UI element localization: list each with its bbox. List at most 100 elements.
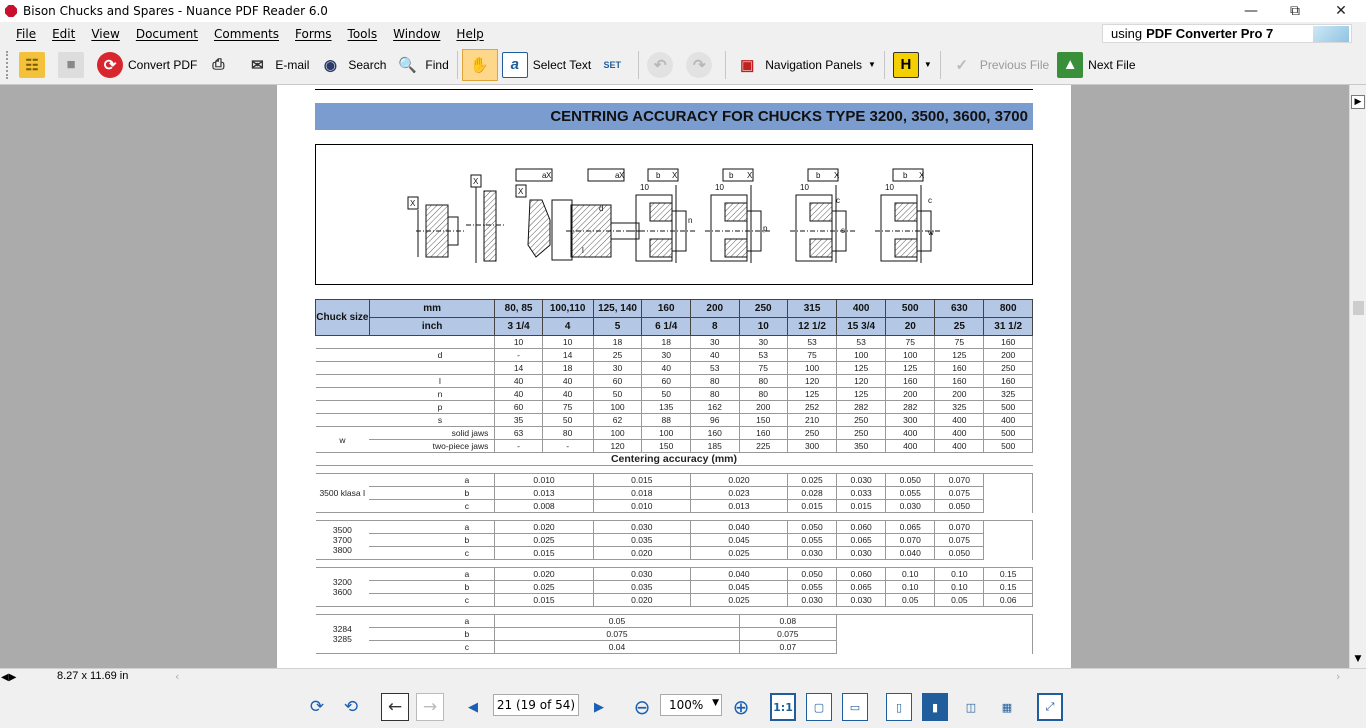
- section-heading: CENTRING ACCURACY FOR CHUCKS TYPE 3200, …: [315, 103, 1033, 130]
- scroll-thumb[interactable]: [1353, 301, 1364, 315]
- table-cell: 0.075: [934, 486, 985, 500]
- inch-size-cell: 8: [689, 317, 740, 336]
- chuck-size-header: Chuck size: [315, 299, 370, 336]
- redo-button[interactable]: ↷: [682, 49, 721, 81]
- table-cell: 96: [689, 413, 740, 427]
- print-button[interactable]: ⎙: [201, 49, 240, 81]
- inch-size-cell: 5: [592, 317, 643, 336]
- table-cell: 0.015: [787, 499, 838, 513]
- actual-size-button[interactable]: 1:1: [770, 693, 796, 721]
- table-cell: 18: [541, 361, 594, 375]
- table-cell: 0.045: [689, 580, 789, 594]
- scroll-up-button[interactable]: ▶: [1351, 95, 1365, 109]
- set-button[interactable]: SET: [595, 49, 634, 81]
- page-number-field[interactable]: 21 (19 of 54): [493, 694, 579, 716]
- save-button[interactable]: ■: [54, 49, 93, 81]
- table-cell: 0.050: [787, 520, 838, 534]
- fit-width-button[interactable]: ▭: [842, 693, 868, 721]
- drawing-label: X: [834, 171, 840, 180]
- zoom-in-button[interactable]: ⊕: [727, 693, 755, 721]
- save-icon: ■: [58, 51, 84, 78]
- chuck-section-shape: [527, 199, 551, 258]
- inch-size-cell: 31 1/2: [983, 317, 1033, 336]
- mm-size-cell: 100,110: [541, 299, 594, 318]
- menu-file[interactable]: File: [16, 27, 36, 41]
- table-cell: 160: [983, 335, 1033, 349]
- table-cell: -: [494, 439, 543, 453]
- full-screen-button[interactable]: ⤢: [1037, 693, 1063, 721]
- table-cell: 40: [494, 387, 543, 401]
- hand-tool-button[interactable]: ✋: [461, 48, 498, 81]
- next-page-button[interactable]: ▶: [585, 693, 613, 721]
- table-cell: 80: [738, 374, 789, 388]
- navigation-panels-button[interactable]: ▣ Navigation Panels ▼: [730, 49, 880, 81]
- zoom-out-button[interactable]: ⊖: [628, 693, 656, 721]
- table-cell: [983, 473, 1033, 487]
- split-handle-icon[interactable]: ◀▶: [1, 672, 16, 683]
- toolbar-separator: [638, 50, 640, 79]
- hscroll-right-icon[interactable]: ›: [1336, 670, 1340, 683]
- promo-banner[interactable]: using PDF Converter Pro 7: [1102, 24, 1352, 43]
- go-forward-button[interactable]: →: [416, 693, 444, 721]
- table-cell: 0.035: [592, 580, 691, 594]
- vertical-scrollbar[interactable]: ▶ ▼: [1349, 85, 1366, 668]
- find-button[interactable]: 🔍 Find: [390, 49, 452, 81]
- menu-forms[interactable]: Forms: [295, 27, 331, 41]
- previous-file-button[interactable]: ✓ Previous File: [945, 49, 1053, 81]
- mm-size-cell: 500: [885, 299, 936, 318]
- jaw-shape: [809, 202, 833, 222]
- table-cell: 100: [787, 361, 838, 375]
- select-text-button[interactable]: a Select Text: [498, 49, 595, 81]
- menu-help[interactable]: Help: [456, 27, 483, 41]
- facing-pages-icon: ◫: [965, 700, 977, 714]
- rotate-clockwise-button[interactable]: ⟳: [303, 693, 331, 721]
- close-button[interactable]: ✕: [1318, 0, 1364, 22]
- menu-comments[interactable]: Comments: [214, 27, 279, 41]
- undo-button[interactable]: ↶: [643, 49, 682, 81]
- menu-document[interactable]: Document: [136, 27, 198, 41]
- toolbar-separator: [725, 50, 727, 79]
- scroll-down-button[interactable]: ▼: [1351, 652, 1365, 666]
- facing-pages-button[interactable]: ◫: [958, 693, 984, 721]
- table-cell: 10: [541, 335, 594, 349]
- convert-pdf-button[interactable]: ⟳ Convert PDF: [93, 49, 201, 81]
- table-cell: 100: [836, 348, 887, 362]
- document-view[interactable]: CENTRING ACCURACY FOR CHUCKS TYPE 3200, …: [0, 85, 1349, 668]
- highlight-button[interactable]: H ▼: [889, 49, 936, 81]
- continuous-facing-button[interactable]: ▦: [994, 693, 1020, 721]
- navigation-panels-icon: ▣: [740, 56, 755, 74]
- mm-size-cell: 200: [689, 299, 740, 318]
- open-button[interactable]: ☷: [15, 49, 54, 81]
- fit-page-button[interactable]: ▢: [806, 693, 832, 721]
- chevron-down-icon[interactable]: ▼: [712, 698, 719, 708]
- menu-edit[interactable]: Edit: [52, 27, 75, 41]
- search-button[interactable]: ◉ Search: [313, 49, 390, 81]
- single-page-button[interactable]: ▯: [886, 693, 912, 721]
- table-cell: 0.06: [983, 593, 1033, 607]
- chuck-group-label: 3284 3285: [315, 614, 370, 654]
- next-file-button[interactable]: ▲ Next File: [1053, 49, 1139, 81]
- table-cell: 53: [836, 335, 887, 349]
- table-cell: 185: [689, 439, 740, 453]
- hscroll-left-icon[interactable]: ‹: [175, 670, 179, 683]
- continuous-page-button[interactable]: ▮: [922, 693, 948, 721]
- menu-tools[interactable]: Tools: [348, 27, 378, 41]
- chuck-section-shape: [483, 190, 497, 262]
- restore-button[interactable]: ⧉: [1272, 0, 1318, 22]
- menu-view[interactable]: View: [91, 27, 119, 41]
- rotate-counterclockwise-button[interactable]: ⟲: [337, 693, 365, 721]
- table-cell: 0.025: [689, 593, 789, 607]
- table-cell: 250: [787, 426, 838, 440]
- email-button[interactable]: ✉ E-mail: [240, 49, 313, 81]
- minimize-button[interactable]: —: [1228, 0, 1274, 22]
- table-cell: 0.008: [494, 499, 594, 513]
- previous-table-edge: [315, 85, 1033, 90]
- table-cell: 0.028: [787, 486, 838, 500]
- menu-window[interactable]: Window: [393, 27, 440, 41]
- previous-page-button[interactable]: ◀: [459, 693, 487, 721]
- window-title: Bison Chucks and Spares - Nuance PDF Rea…: [23, 4, 328, 18]
- zoom-level-field[interactable]: 100% ▼: [660, 694, 722, 716]
- table-cell: 80: [738, 387, 789, 401]
- go-back-button[interactable]: ←: [381, 693, 409, 721]
- toolbar-grip[interactable]: [6, 50, 9, 79]
